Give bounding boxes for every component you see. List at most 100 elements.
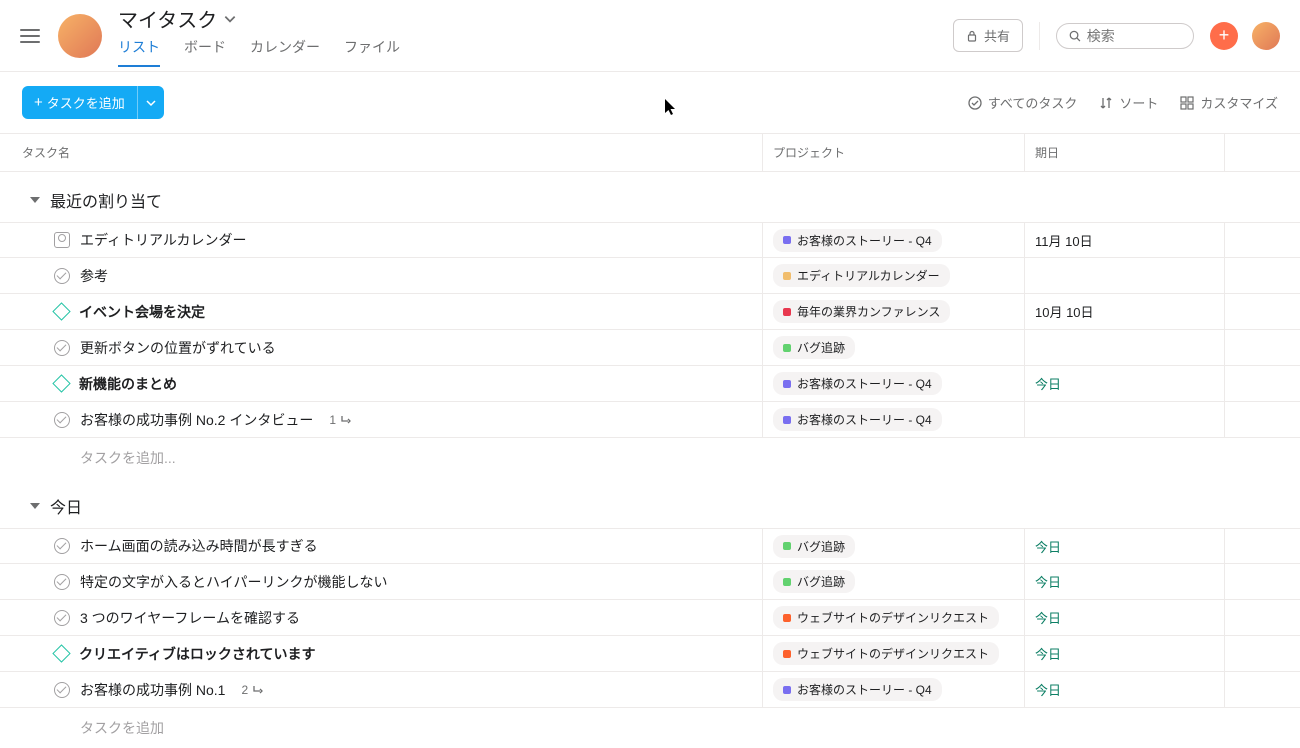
add-task-button[interactable]: + タスクを追加 (22, 86, 137, 119)
task-name: 更新ボタンの位置がずれている (80, 338, 276, 358)
chevron-down-icon[interactable] (223, 12, 237, 26)
section-header[interactable]: 今日 (0, 478, 1300, 528)
task-name-cell: お客様の成功事例 No.12 (0, 672, 762, 707)
task-due-cell[interactable]: 今日 (1024, 366, 1224, 401)
task-project-cell: ウェブサイトのデザインリクエスト (762, 600, 1024, 635)
task-project-cell: お客様のストーリー - Q4 (762, 366, 1024, 401)
add-task-inline[interactable]: タスクを追加 (0, 708, 1300, 748)
task-row[interactable]: 3 つのワイヤーフレームを確認するウェブサイトのデザインリクエスト 今日 (0, 600, 1300, 636)
filter-all-tasks[interactable]: すべてのタスク (968, 93, 1078, 112)
menu-icon[interactable] (20, 29, 40, 43)
project-tag[interactable]: エディトリアルカレンダー (773, 264, 950, 287)
task-due-cell[interactable] (1024, 258, 1224, 293)
tab-board[interactable]: ボード (184, 37, 226, 67)
task-row[interactable]: エディトリアルカレンダー お客様のストーリー - Q4 11月 10日 (0, 222, 1300, 258)
task-due-cell[interactable]: 10月 10日 (1024, 294, 1224, 329)
project-tag[interactable]: お客様のストーリー - Q4 (773, 229, 942, 252)
task-due-cell[interactable]: 11月 10日 (1024, 223, 1224, 257)
divider (1039, 22, 1040, 50)
check-circle-icon[interactable] (54, 610, 70, 626)
search-input[interactable] (1087, 28, 1181, 44)
customize-button[interactable]: カスタマイズ (1180, 93, 1278, 112)
add-task-dropdown[interactable] (137, 86, 164, 119)
sort-button[interactable]: ソート (1099, 93, 1158, 112)
grid-icon (1180, 96, 1194, 110)
global-add-button[interactable]: + (1210, 22, 1238, 50)
check-circle-icon[interactable] (54, 682, 70, 698)
col-task-name: タスク名 (0, 134, 762, 171)
task-project-cell: お客様のストーリー - Q4 (762, 402, 1024, 437)
task-row[interactable]: 更新ボタンの位置がずれている バグ追跡 (0, 330, 1300, 366)
project-tag[interactable]: バグ追跡 (773, 535, 855, 558)
task-project-cell: バグ追跡 (762, 564, 1024, 599)
task-name-cell: 3 つのワイヤーフレームを確認する (0, 600, 762, 635)
task-row[interactable]: 特定の文字が入るとハイパーリンクが機能しないバグ追跡 今日 (0, 564, 1300, 600)
task-due-cell[interactable] (1024, 402, 1224, 437)
section-title: 最近の割り当て (50, 188, 162, 212)
section-header[interactable]: 最近の割り当て (0, 172, 1300, 222)
project-tag[interactable]: バグ追跡 (773, 570, 855, 593)
task-row[interactable]: お客様の成功事例 No.2 インタビュー1お客様のストーリー - Q4 (0, 402, 1300, 438)
project-tag[interactable]: 毎年の業界カンファレンス (773, 300, 950, 323)
task-due-cell[interactable]: 今日 (1024, 529, 1224, 563)
task-due-cell[interactable]: 今日 (1024, 564, 1224, 599)
task-name: イベント会場を決定 (79, 302, 205, 322)
toolbar: + タスクを追加 すべてのタスク ソート カスタマイズ (0, 72, 1300, 133)
project-tag[interactable]: お客様のストーリー - Q4 (773, 678, 942, 701)
add-task-label: タスクを追加 (47, 93, 125, 112)
task-name-cell: 新機能のまとめ (0, 366, 762, 401)
task-row[interactable]: 参考 エディトリアルカレンダー (0, 258, 1300, 294)
check-circle-icon[interactable] (54, 412, 70, 428)
task-row[interactable]: イベント会場を決定 毎年の業界カンファレンス 10月 10日 (0, 294, 1300, 330)
add-task-inline[interactable]: タスクを追加... (0, 438, 1300, 478)
project-color-dot (783, 236, 791, 244)
task-name: 参考 (80, 266, 108, 286)
task-row[interactable]: クリエイティブはロックされていますウェブサイトのデザインリクエスト今日 (0, 636, 1300, 672)
project-tag[interactable]: バグ追跡 (773, 336, 855, 359)
tab-calendar[interactable]: カレンダー (250, 37, 320, 67)
project-color-dot (783, 344, 791, 352)
task-project-cell: バグ追跡 (762, 330, 1024, 365)
task-project-cell: エディトリアルカレンダー (762, 258, 1024, 293)
task-row[interactable]: お客様の成功事例 No.12 お客様のストーリー - Q4 今日 (0, 672, 1300, 708)
task-project-cell: お客様のストーリー - Q4 (762, 672, 1024, 707)
task-due-cell[interactable] (1024, 330, 1224, 365)
task-row[interactable]: ホーム画面の読み込み時間が長すぎる バグ追跡 今日 (0, 528, 1300, 564)
tab-list[interactable]: リスト (118, 37, 160, 67)
caret-down-icon (30, 503, 40, 509)
task-due-cell[interactable]: 今日 (1024, 636, 1224, 671)
check-circle-icon[interactable] (54, 268, 70, 284)
project-label: ウェブサイトのデザインリクエスト (797, 645, 989, 662)
lock-icon (966, 30, 978, 42)
task-extra-cell (1224, 636, 1300, 671)
task-due-cell[interactable]: 今日 (1024, 600, 1224, 635)
task-due-cell[interactable]: 今日 (1024, 672, 1224, 707)
milestone-icon[interactable] (52, 374, 70, 392)
task-name: エディトリアルカレンダー (80, 230, 246, 250)
share-label: 共有 (984, 26, 1010, 45)
search-box[interactable] (1056, 23, 1194, 49)
project-tag[interactable]: お客様のストーリー - Q4 (773, 408, 942, 431)
col-project: プロジェクト (762, 134, 1024, 171)
assignee-icon[interactable] (54, 232, 70, 248)
col-due: 期日 (1024, 134, 1224, 171)
check-circle-icon[interactable] (54, 538, 70, 554)
project-tag[interactable]: お客様のストーリー - Q4 (773, 372, 942, 395)
tab-files[interactable]: ファイル (344, 37, 400, 67)
project-color-dot (783, 380, 791, 388)
task-name: ホーム画面の読み込み時間が長すぎる (80, 536, 318, 556)
check-circle-icon[interactable] (54, 340, 70, 356)
page-title: マイタスク (118, 4, 217, 33)
milestone-icon[interactable] (52, 302, 70, 320)
project-tag[interactable]: ウェブサイトのデザインリクエスト (773, 642, 999, 665)
task-name-cell: 特定の文字が入るとハイパーリンクが機能しない (0, 564, 762, 599)
project-color-dot (783, 542, 791, 550)
user-avatar[interactable] (1252, 22, 1280, 50)
share-button[interactable]: 共有 (953, 19, 1023, 52)
project-tag[interactable]: ウェブサイトのデザインリクエスト (773, 606, 999, 629)
profile-avatar[interactable] (58, 14, 102, 58)
milestone-icon[interactable] (52, 644, 70, 662)
task-row[interactable]: 新機能のまとめお客様のストーリー - Q4 今日 (0, 366, 1300, 402)
task-sections: 最近の割り当てエディトリアルカレンダーお客様のストーリー - Q411月 10日… (0, 172, 1300, 748)
check-circle-icon[interactable] (54, 574, 70, 590)
